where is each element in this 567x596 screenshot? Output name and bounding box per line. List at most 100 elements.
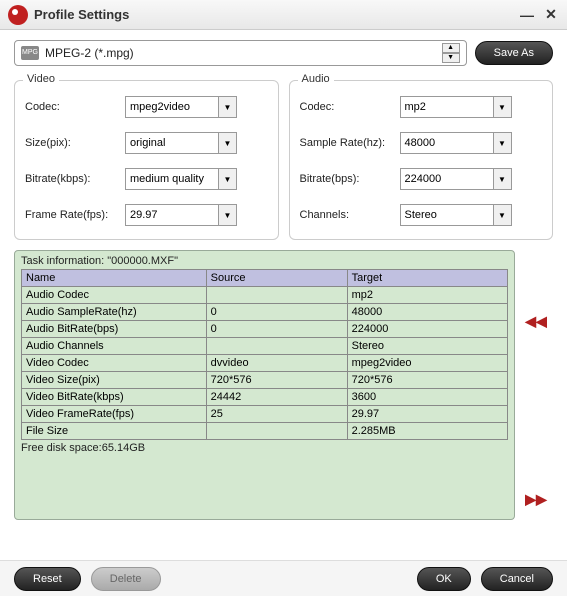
chevron-down-icon: ▼	[218, 97, 236, 117]
app-icon	[8, 5, 28, 25]
content-area: MPG MPEG-2 (*.mpg) ▲ ▼ Save As Video Cod…	[0, 30, 567, 560]
audio-panel-title: Audio	[298, 73, 334, 85]
video-framerate-row: Frame Rate(fps): 29.97▼	[25, 197, 268, 233]
audio-samplerate-select[interactable]: 48000 ▼	[400, 132, 512, 154]
video-bitrate-value: medium quality	[130, 173, 204, 185]
footer: Reset Delete OK Cancel	[0, 560, 567, 596]
audio-bitrate-row: Bitrate(bps): 224000▼	[300, 161, 543, 197]
task-area: Task information: "000000.MXF" Name Sour…	[14, 250, 553, 520]
cell-target: 48000	[347, 304, 507, 321]
prev-task-button[interactable]: ◀◀	[523, 310, 549, 332]
cell-source: 24442	[206, 389, 347, 406]
chevron-down-icon: ▼	[493, 133, 511, 153]
profile-spinner[interactable]: ▲ ▼	[442, 43, 460, 63]
window-title: Profile Settings	[34, 7, 511, 22]
cell-name: Video Size(pix)	[22, 372, 207, 389]
cell-source: 720*576	[206, 372, 347, 389]
audio-codec-value: mp2	[405, 101, 426, 113]
video-framerate-label: Frame Rate(fps):	[25, 209, 125, 221]
table-row: Video Size(pix)720*576720*576	[22, 372, 508, 389]
save-as-button[interactable]: Save As	[475, 41, 553, 65]
video-size-value: original	[130, 137, 165, 149]
video-panel-title: Video	[23, 73, 59, 85]
spinner-up-icon[interactable]: ▲	[442, 43, 460, 53]
chevron-down-icon: ▼	[218, 133, 236, 153]
video-panel: Video Codec: mpeg2video▼ Size(pix): orig…	[14, 80, 279, 240]
chevron-down-icon: ▼	[493, 205, 511, 225]
video-size-select[interactable]: original ▼	[125, 132, 237, 154]
video-codec-select[interactable]: mpeg2video ▼	[125, 96, 237, 118]
cell-target: 29.97	[347, 406, 507, 423]
cell-source: 25	[206, 406, 347, 423]
video-bitrate-row: Bitrate(kbps): medium quality ▼	[25, 161, 268, 197]
cell-source	[206, 338, 347, 355]
mpeg-icon: MPG	[21, 46, 39, 60]
spinner-down-icon[interactable]: ▼	[442, 53, 460, 63]
reset-button[interactable]: Reset	[14, 567, 81, 591]
task-table: Name Source Target Audio Codecmp2Audio S…	[21, 269, 508, 440]
video-bitrate-label: Bitrate(kbps):	[25, 173, 125, 185]
audio-bitrate-value: 224000	[405, 173, 442, 185]
cell-target: 3600	[347, 389, 507, 406]
cell-source	[206, 287, 347, 304]
cell-target: mp2	[347, 287, 507, 304]
audio-bitrate-label: Bitrate(bps):	[300, 173, 400, 185]
cell-name: Video BitRate(kbps)	[22, 389, 207, 406]
header-name: Name	[22, 270, 207, 287]
audio-codec-label: Codec:	[300, 101, 400, 113]
delete-button[interactable]: Delete	[91, 567, 161, 591]
profile-label: MPEG-2 (*.mpg)	[45, 46, 442, 60]
close-button[interactable]: ✕	[543, 7, 559, 23]
video-codec-value: mpeg2video	[130, 101, 190, 113]
video-framerate-value: 29.97	[130, 209, 158, 221]
cell-name: File Size	[22, 423, 207, 440]
audio-channels-value: Stereo	[405, 209, 437, 221]
audio-channels-row: Channels: Stereo ▼	[300, 197, 543, 233]
video-codec-row: Codec: mpeg2video▼	[25, 89, 268, 125]
cell-name: Audio Channels	[22, 338, 207, 355]
audio-samplerate-row: Sample Rate(hz): 48000 ▼	[300, 125, 543, 161]
audio-bitrate-select[interactable]: 224000▼	[400, 168, 512, 190]
task-info-title: Task information: "000000.MXF"	[21, 255, 508, 267]
table-row: Audio SampleRate(hz)048000	[22, 304, 508, 321]
table-row: Video Codecdvvideompeg2video	[22, 355, 508, 372]
audio-channels-label: Channels:	[300, 209, 400, 221]
table-row: File Size2.285MB	[22, 423, 508, 440]
cell-source: dvvideo	[206, 355, 347, 372]
cell-target: mpeg2video	[347, 355, 507, 372]
cell-name: Video Codec	[22, 355, 207, 372]
free-disk-space: Free disk space:65.14GB	[21, 442, 508, 454]
video-size-row: Size(pix): original ▼	[25, 125, 268, 161]
nav-column: ◀◀ ▶▶	[523, 250, 553, 520]
table-row: Video BitRate(kbps)244423600	[22, 389, 508, 406]
profile-select[interactable]: MPG MPEG-2 (*.mpg) ▲ ▼	[14, 40, 467, 66]
header-source: Source	[206, 270, 347, 287]
settings-panels: Video Codec: mpeg2video▼ Size(pix): orig…	[14, 80, 553, 240]
cell-source: 0	[206, 321, 347, 338]
titlebar: Profile Settings — ✕	[0, 0, 567, 30]
audio-channels-select[interactable]: Stereo ▼	[400, 204, 512, 226]
task-header-row: Name Source Target	[22, 270, 508, 287]
video-framerate-select[interactable]: 29.97▼	[125, 204, 237, 226]
ok-button[interactable]: OK	[417, 567, 471, 591]
audio-panel: Audio Codec: mp2▼ Sample Rate(hz): 48000…	[289, 80, 554, 240]
audio-codec-select[interactable]: mp2▼	[400, 96, 512, 118]
cell-target: 720*576	[347, 372, 507, 389]
audio-samplerate-label: Sample Rate(hz):	[300, 137, 400, 149]
cell-name: Audio Codec	[22, 287, 207, 304]
cell-target: 224000	[347, 321, 507, 338]
cell-name: Audio SampleRate(hz)	[22, 304, 207, 321]
table-row: Audio Codec mp2	[22, 287, 508, 304]
minimize-button[interactable]: —	[519, 7, 535, 23]
next-task-button[interactable]: ▶▶	[523, 488, 549, 510]
audio-codec-row: Codec: mp2▼	[300, 89, 543, 125]
video-bitrate-select[interactable]: medium quality ▼	[125, 168, 237, 190]
cancel-button[interactable]: Cancel	[481, 567, 553, 591]
video-size-label: Size(pix):	[25, 137, 125, 149]
header-target: Target	[347, 270, 507, 287]
chevron-down-icon: ▼	[218, 169, 236, 189]
task-info-box: Task information: "000000.MXF" Name Sour…	[14, 250, 515, 520]
audio-samplerate-value: 48000	[405, 137, 436, 149]
table-row: Video FrameRate(fps)2529.97	[22, 406, 508, 423]
table-row: Audio BitRate(bps)0224000	[22, 321, 508, 338]
